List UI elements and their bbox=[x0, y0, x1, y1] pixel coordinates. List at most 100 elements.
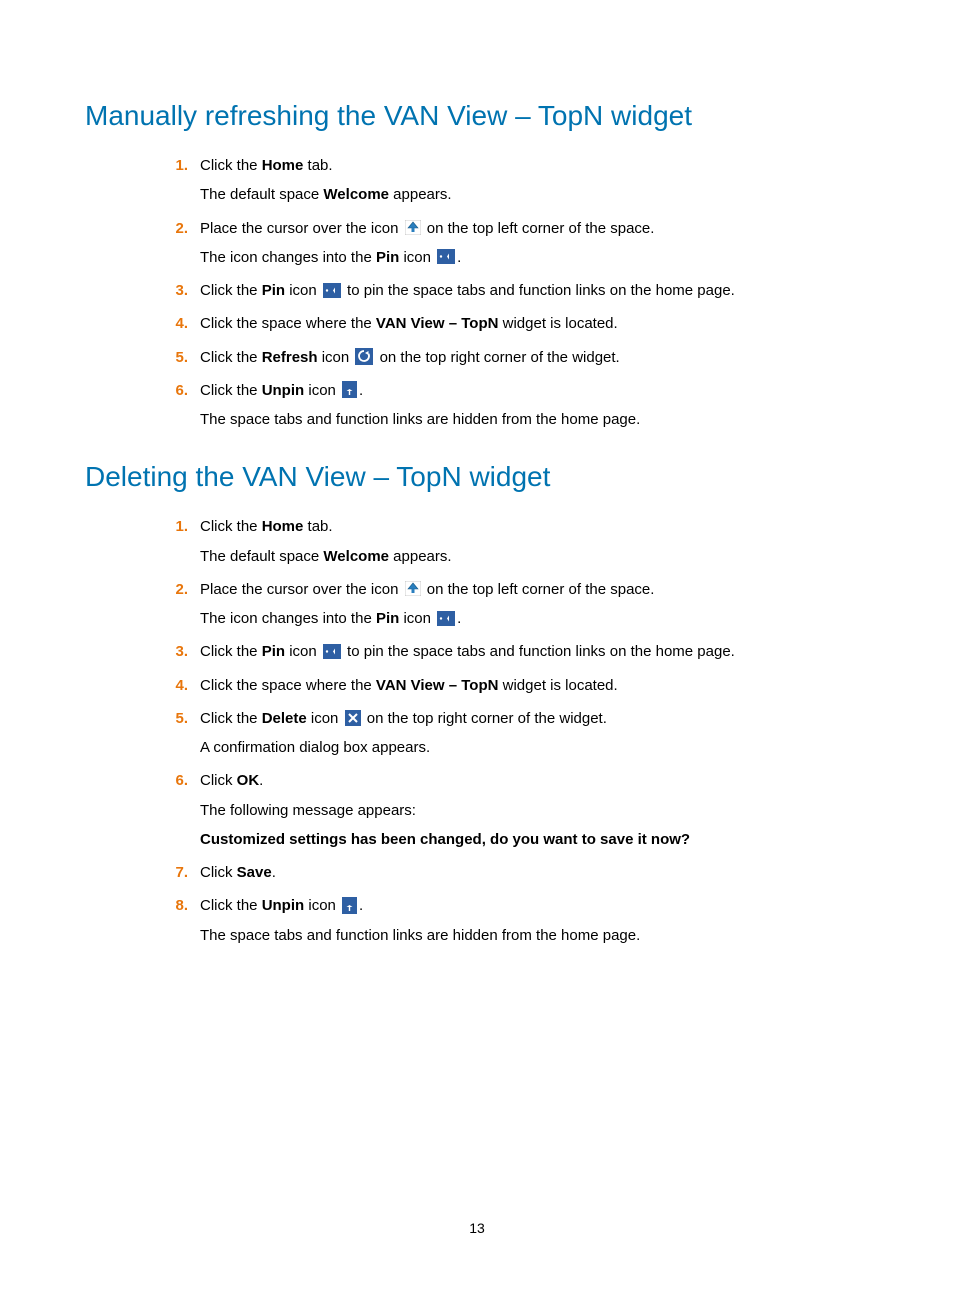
step-text-fragment: The space tabs and function links are hi… bbox=[200, 411, 640, 428]
step-number: 6. bbox=[160, 769, 188, 792]
step-number: 1. bbox=[160, 515, 188, 538]
step-text-fragment: Click the bbox=[200, 382, 262, 399]
step-item: 4. Click the space where the VAN View – T… bbox=[160, 674, 869, 697]
step-number: 2. bbox=[160, 217, 188, 240]
step-item: 1.Click the Home tab.The default space W… bbox=[160, 154, 869, 207]
step-text-fragment: icon bbox=[285, 282, 321, 299]
step-text-fragment: . bbox=[359, 897, 363, 914]
cursor-up-icon bbox=[405, 581, 421, 596]
step-number: 6. bbox=[160, 379, 188, 402]
step-text-fragment: on the top left corner of the space. bbox=[423, 581, 655, 598]
step-text-fragment: icon bbox=[307, 710, 343, 727]
step-number: 2. bbox=[160, 578, 188, 601]
step-text-fragment: widget is located. bbox=[498, 677, 617, 694]
step-text-fragment: . bbox=[457, 610, 461, 627]
step-sub-line: The default space Welcome appears. bbox=[200, 545, 869, 568]
step-text-fragment: The space tabs and function links are hi… bbox=[200, 927, 640, 944]
step-main-line: Click OK. bbox=[200, 772, 263, 789]
step-bold-fragment: Unpin bbox=[262, 897, 305, 914]
step-item: 2. Place the cursor over the icon on the … bbox=[160, 578, 869, 631]
step-text-fragment: The icon changes into the bbox=[200, 610, 376, 627]
step-item: 5.Click the Refresh icon on the top righ… bbox=[160, 346, 869, 369]
step-text-fragment: Place the cursor over the icon bbox=[200, 581, 403, 598]
step-bold-fragment: Refresh bbox=[262, 349, 318, 366]
step-number: 3. bbox=[160, 640, 188, 663]
step-main-line: Click the Unpin icon . bbox=[200, 897, 363, 914]
step-text-fragment: tab. bbox=[303, 518, 332, 535]
step-bold-fragment: Home bbox=[262, 157, 304, 174]
step-main-line: Click the Delete icon on the top right c… bbox=[200, 710, 607, 727]
unpin-icon bbox=[342, 381, 357, 398]
step-sub-line: The icon changes into the Pin icon . bbox=[200, 246, 869, 269]
page-number: 13 bbox=[0, 1220, 954, 1236]
step-bold-fragment: OK bbox=[237, 772, 260, 789]
step-main-line: Click the space where the VAN View – Top… bbox=[200, 677, 618, 694]
step-main-line: Place the cursor over the icon on the to… bbox=[200, 220, 654, 237]
step-bold-fragment: Unpin bbox=[262, 382, 305, 399]
step-text-fragment: The icon changes into the bbox=[200, 249, 376, 266]
section-title: Deleting the VAN View – TopN widget bbox=[85, 461, 869, 493]
pin-icon bbox=[437, 249, 455, 264]
step-item: 6.Click the Unpin icon .The space tabs a… bbox=[160, 379, 869, 432]
step-text-fragment: icon bbox=[304, 382, 340, 399]
refresh-icon bbox=[355, 348, 373, 365]
step-text-fragment: on the top left corner of the space. bbox=[423, 220, 655, 237]
step-text-fragment: icon bbox=[285, 643, 321, 660]
step-item: 2. Place the cursor over the icon on the … bbox=[160, 217, 869, 270]
step-bold-fragment: Home bbox=[262, 518, 304, 535]
step-text-fragment: tab. bbox=[303, 157, 332, 174]
step-text-fragment: appears. bbox=[389, 548, 452, 565]
step-text-fragment: Click the bbox=[200, 897, 262, 914]
step-sub-line: The following message appears: bbox=[200, 799, 869, 822]
step-text-fragment: . bbox=[272, 864, 276, 881]
step-text-fragment: . bbox=[259, 772, 263, 789]
step-item: 8. Click the Unpin icon . The space tabs a… bbox=[160, 894, 869, 947]
step-number: 4. bbox=[160, 312, 188, 335]
step-text-fragment: Click the bbox=[200, 282, 262, 299]
step-text-fragment: . bbox=[457, 249, 461, 266]
step-text-fragment: widget is located. bbox=[498, 315, 617, 332]
step-item: 7.Click Save. bbox=[160, 861, 869, 884]
step-item: 1.Click the Home tab.The default space W… bbox=[160, 515, 869, 568]
step-bold-fragment: Save bbox=[237, 864, 272, 881]
cursor-up-icon bbox=[405, 220, 421, 235]
step-text-fragment: The following message appears: bbox=[200, 802, 416, 819]
step-bold-fragment: Pin bbox=[262, 643, 285, 660]
pin-icon bbox=[437, 611, 455, 626]
step-bold-fragment: Pin bbox=[376, 610, 399, 627]
delete-icon bbox=[345, 710, 361, 726]
step-text-fragment: The default space bbox=[200, 548, 323, 565]
step-item: 5.Click the Delete icon on the top right… bbox=[160, 707, 869, 760]
step-number: 8. bbox=[160, 894, 188, 917]
step-text-fragment: on the top right corner of the widget. bbox=[375, 349, 619, 366]
step-text-fragment: Click the space where the bbox=[200, 315, 376, 332]
pin-icon bbox=[323, 283, 341, 298]
step-main-line: Click the Pin icon to pin the space tabs… bbox=[200, 282, 735, 299]
step-bold-fragment: Customized settings has been changed, do… bbox=[200, 831, 690, 848]
unpin-icon bbox=[342, 897, 357, 914]
step-text-fragment: to pin the space tabs and function links… bbox=[343, 282, 735, 299]
step-text-fragment: to pin the space tabs and function links… bbox=[343, 643, 735, 660]
step-item: 3. Click the Pin icon to pin the space ta… bbox=[160, 640, 869, 663]
step-item: 6. Click OK. The following message appears… bbox=[160, 769, 869, 851]
step-bold-fragment: VAN View – TopN bbox=[376, 677, 499, 694]
step-main-line: Click the Home tab. bbox=[200, 157, 333, 174]
step-text-fragment: Click the bbox=[200, 157, 262, 174]
step-text-fragment: icon bbox=[318, 349, 354, 366]
step-bold-fragment: VAN View – TopN bbox=[376, 315, 499, 332]
step-main-line: Click Save. bbox=[200, 864, 276, 881]
step-number: 3. bbox=[160, 279, 188, 302]
step-text-fragment: Place the cursor over the icon bbox=[200, 220, 403, 237]
sections-container: Manually refreshing the VAN View – TopN … bbox=[85, 100, 869, 947]
step-sub-line: Customized settings has been changed, do… bbox=[200, 828, 869, 851]
step-number: 5. bbox=[160, 346, 188, 369]
step-sub-line: The default space Welcome appears. bbox=[200, 183, 869, 206]
step-text-fragment: Click the bbox=[200, 643, 262, 660]
step-number: 4. bbox=[160, 674, 188, 697]
step-item: 3. Click the Pin icon to pin the space ta… bbox=[160, 279, 869, 302]
step-sub-line: A confirmation dialog box appears. bbox=[200, 736, 869, 759]
steps-list: 1. Click the Home tab. The default space W… bbox=[85, 515, 869, 947]
section-title: Manually refreshing the VAN View – TopN … bbox=[85, 100, 869, 132]
step-bold-fragment: Pin bbox=[262, 282, 285, 299]
step-text-fragment: appears. bbox=[389, 186, 452, 203]
